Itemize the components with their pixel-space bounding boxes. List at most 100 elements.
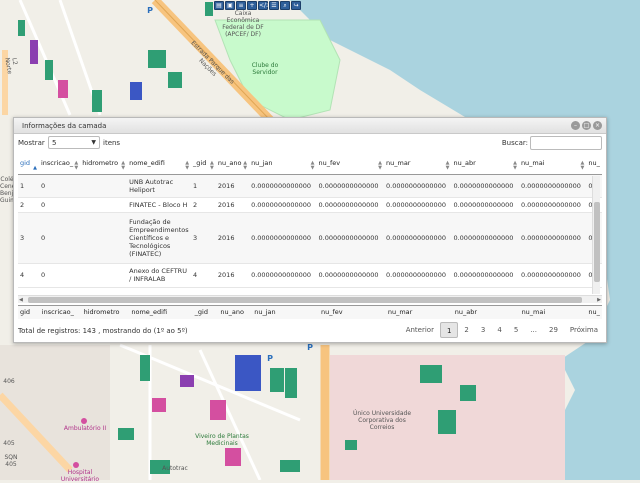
table-cell: 0.0000000000000 — [384, 174, 452, 198]
table-cell: FINATEC - Bloco H — [127, 197, 192, 213]
list-icon[interactable]: ☰ — [269, 1, 279, 10]
column-header-inscricao[interactable]: inscricao_ ▲ ▼ — [38, 152, 81, 175]
column-header-hidrometro[interactable]: hidrometro ▲ ▼ — [80, 152, 128, 175]
footer-cell: hidrometro — [81, 306, 130, 319]
map-label-colegio: Colé Cenez Benjam Guima — [0, 176, 23, 204]
footer-cell: _gid — [192, 306, 219, 319]
table-cell: 0.0000000000000 — [451, 174, 519, 198]
table-row[interactable]: 3 0 Fundação de Empreendimentos Científi… — [18, 212, 602, 264]
search-input[interactable] — [530, 136, 602, 150]
scroll-right-icon[interactable]: ▶ — [597, 297, 601, 303]
scroll-left-icon[interactable]: ◀ — [19, 297, 23, 303]
horizontal-scrollbar[interactable]: ◀ ▶ — [18, 295, 602, 303]
table-cell: 0 — [38, 263, 81, 288]
pagination-prev[interactable]: Anterior — [400, 322, 440, 338]
horizontal-scrollbar-thumb[interactable] — [28, 297, 582, 303]
map-label-405: 405 — [3, 440, 15, 447]
table-cell: 4 — [18, 263, 39, 288]
table-row[interactable]: 2 0 FINATEC - Bloco H 2 2016 0.000000000… — [18, 197, 602, 213]
pagination-page[interactable]: 1 — [439, 322, 459, 338]
table-cell: 0.0000000000000 — [249, 174, 317, 198]
footer-cell: nome_edifi — [129, 306, 193, 319]
export-icon[interactable]: ↪ — [291, 1, 301, 10]
save-icon[interactable]: ▣ — [225, 1, 235, 10]
table-cell: 2016 — [215, 174, 250, 198]
table-header-row: gid ▲ inscricao_ ▲ ▼ hidrometro ▲ ▼ nome_edif… — [18, 152, 602, 175]
pagination-page[interactable]: 29 — [543, 322, 564, 338]
close-icon[interactable]: × — [593, 121, 602, 130]
page-size-value: 5 — [52, 139, 57, 147]
chevron-down-icon: ▼ — [91, 139, 96, 146]
column-header-nu-jun[interactable]: nu_ — [586, 152, 602, 175]
column-header-gid[interactable]: gid ▲ — [18, 152, 39, 175]
table-cell: 0.0000000000000 — [451, 263, 519, 288]
column-header-nu-jan[interactable]: nu_jan ▲ ▼ — [249, 152, 317, 175]
plus-icon[interactable]: + — [247, 1, 257, 10]
table-row[interactable]: 4 0 Anexo do CEFTRU / INFRALAB 4 2016 0.… — [18, 263, 602, 288]
sort-icon: ▲ ▼ — [210, 159, 214, 171]
table-cell: 3 — [191, 212, 216, 264]
pagination-page[interactable]: 5 — [508, 322, 524, 338]
page-size-select[interactable]: 5 ▼ — [48, 136, 100, 149]
table-cell: 0.0000000000000 — [249, 263, 317, 288]
table-cell: 2016 — [215, 197, 250, 213]
vertical-scrollbar[interactable] — [592, 176, 600, 294]
table-cell: 0.0000000000000 — [451, 197, 519, 213]
panel-title: Informações da camada — [22, 122, 107, 130]
column-header-nu-ano[interactable]: nu_ano ▲ ▼ — [215, 152, 250, 175]
table-cell: 1 — [191, 174, 216, 198]
database-icon[interactable]: ≡ — [236, 1, 246, 10]
map-label-sqn-405: SQN 405 — [4, 454, 18, 468]
footer-cell: nu_mai — [519, 306, 587, 319]
pagination: Anterior 1 2 3 4 5 ... 29 Próxima — [400, 321, 604, 339]
table-cell: Anexo do CEFTRU / INFRALAB — [127, 263, 192, 288]
panel-controls: – □ × — [571, 121, 602, 130]
footer-cell: nu_fev — [319, 306, 386, 319]
pagination-page[interactable]: 4 — [491, 322, 507, 338]
pagination-next[interactable]: Próxima — [564, 322, 604, 338]
table-cell: 2016 — [215, 212, 250, 264]
table-cell — [80, 212, 128, 264]
table-cell: 2 — [18, 197, 39, 213]
table-row[interactable]: 1 0 UNB Autotrac Heliport 1 2016 0.00000… — [18, 174, 602, 198]
column-header-nu-mai[interactable]: nu_mai ▲ ▼ — [518, 152, 587, 175]
vertical-scrollbar-thumb[interactable] — [594, 202, 600, 282]
map-label-406: 406 — [3, 378, 15, 385]
table-cell: 0.0000000000000 — [518, 174, 587, 198]
table-cell: 2 — [191, 197, 216, 213]
map-parking-marker: P — [147, 6, 153, 15]
table-cell: 4 — [191, 263, 216, 288]
column-header-nu-fev[interactable]: nu_fev ▲ ▼ — [316, 152, 384, 175]
sort-icon: ▲ ▼ — [121, 159, 126, 171]
table-cell: 0.0000000000000 — [249, 212, 317, 264]
column-header-nu-abr[interactable]: nu_abr ▲ ▼ — [451, 152, 519, 175]
sort-icon: ▲ ▼ — [185, 159, 190, 171]
sort-icon: ▲ ▼ — [513, 159, 517, 171]
column-header-nome-edifi[interactable]: nome_edifi ▲ ▼ — [127, 152, 192, 175]
restore-icon[interactable]: □ — [582, 121, 591, 130]
layer-info-panel: Informações da camada – □ × Mostrar 5 ▼ … — [13, 117, 607, 343]
table-footer-header: gid inscricao_ hidrometro nome_edifi _gi… — [18, 305, 602, 319]
map-label-ambulatorio: Ambulatório II — [63, 425, 107, 432]
sort-icon: ▲ — [33, 164, 37, 171]
pagination-ellipsis: ... — [530, 326, 537, 334]
sort-icon: ▲ ▼ — [580, 159, 585, 171]
column-header-nu-mar[interactable]: nu_mar ▲ ▼ — [384, 152, 452, 175]
map-parking-marker: P — [307, 343, 313, 352]
table-cell: 0.0000000000000 — [384, 212, 452, 264]
map-label-viveiro: Viveiro de Plantas Medicinais — [195, 433, 249, 447]
panel-header[interactable]: Informações da camada – □ × — [14, 118, 606, 134]
table-cell — [80, 174, 128, 198]
table-cell — [80, 197, 128, 213]
minimize-icon[interactable]: – — [571, 121, 580, 130]
search-icon[interactable]: ⌕ — [280, 1, 290, 10]
map-label-unico: Único Universidade Corporativa dos Corre… — [352, 410, 412, 431]
table-cell: 0.0000000000000 — [316, 212, 384, 264]
pagination-page[interactable]: 2 — [458, 322, 474, 338]
code-icon[interactable]: </> — [258, 1, 271, 10]
column-header-_gid[interactable]: _gid ▲ ▼ — [191, 152, 216, 175]
table-controls: Mostrar 5 ▼ itens Buscar: — [18, 135, 604, 151]
map-label-clube: Clube do Servidor — [251, 62, 279, 76]
pagination-page[interactable]: 3 — [475, 322, 491, 338]
folder-open-icon[interactable]: ▤ — [214, 1, 224, 10]
